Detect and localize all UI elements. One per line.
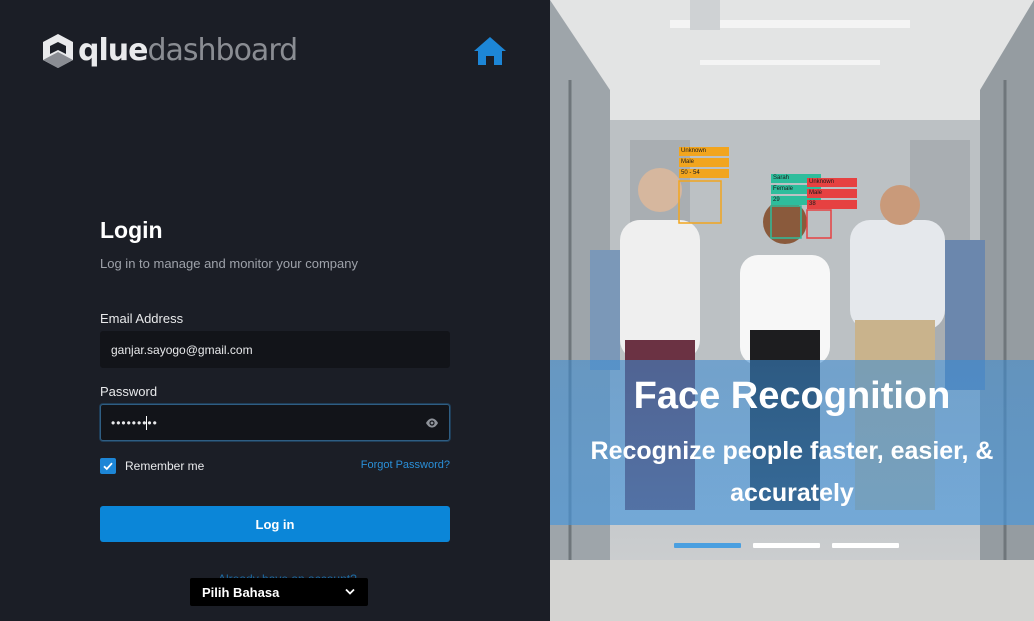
detection-label: 38 — [807, 200, 857, 209]
show-password-icon[interactable] — [425, 416, 439, 430]
detection-label: Male — [807, 189, 857, 198]
language-selector[interactable]: Pilih Bahasa — [190, 578, 368, 606]
carousel-dot-3[interactable] — [832, 543, 899, 548]
logo-text: qluedashboard — [78, 32, 298, 70]
forgot-password-link[interactable]: Forgot Password? — [361, 459, 450, 471]
logo-prefix: qlue — [78, 33, 148, 68]
qlue-logo: qluedashboard — [40, 32, 298, 70]
page-title: Login — [100, 217, 163, 243]
carousel-dot-1[interactable] — [674, 543, 741, 548]
detection-label: Unknown — [807, 178, 857, 187]
detection-label: 50 - 54 — [679, 169, 729, 178]
carousel-indicators — [674, 543, 899, 548]
remember-me-checkbox[interactable]: Remember me — [100, 458, 204, 474]
text-caret — [146, 416, 147, 430]
language-label: Pilih Bahasa — [202, 584, 280, 600]
hero-panel: Unknown Male 50 - 54 Sarah Female 29 Unk… — [550, 0, 1034, 621]
logo-suffix: dashboard — [147, 33, 298, 68]
office-photo — [550, 0, 1034, 621]
login-button[interactable]: Log in — [100, 506, 450, 542]
page-subtitle: Log in to manage and monitor your compan… — [100, 256, 358, 271]
email-field-container — [100, 331, 450, 368]
chevron-down-icon — [345, 588, 355, 595]
detection-label: Unknown — [679, 147, 729, 156]
password-field-container — [100, 404, 450, 441]
home-icon[interactable] — [472, 34, 508, 68]
hero-subtitle: Recognize people faster, easier, & accur… — [590, 437, 994, 507]
remember-me-label: Remember me — [125, 459, 205, 473]
checkbox-checked-icon[interactable] — [100, 458, 116, 474]
hero-title: Face Recognition — [633, 375, 951, 417]
login-panel: qluedashboard Login Log in to manage and… — [0, 0, 550, 621]
detection-label: Male — [679, 158, 729, 167]
email-field[interactable] — [101, 332, 401, 367]
password-label: Password — [100, 384, 158, 399]
carousel-dot-2[interactable] — [753, 543, 820, 548]
email-label: Email Address — [100, 311, 184, 326]
logo-mark-icon — [43, 34, 73, 68]
